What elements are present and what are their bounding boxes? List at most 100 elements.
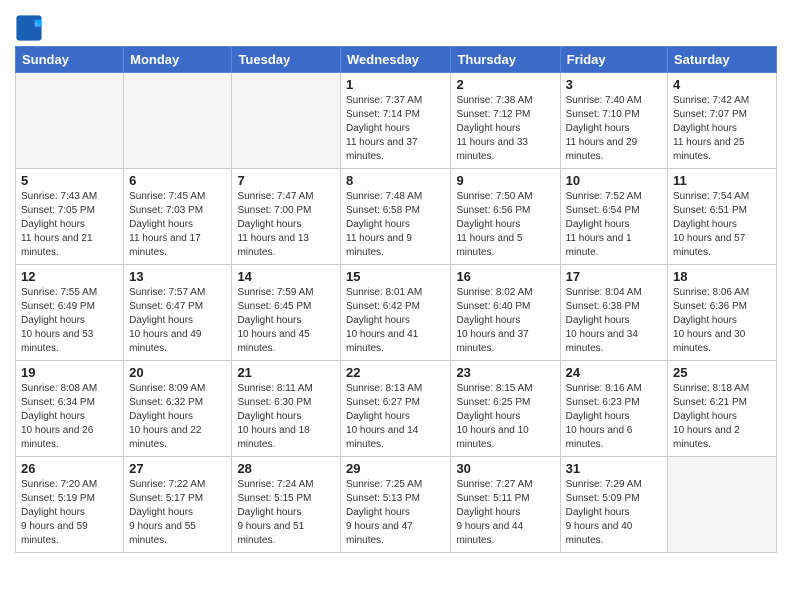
calendar-cell: [124, 73, 232, 169]
calendar-table: SundayMondayTuesdayWednesdayThursdayFrid…: [15, 46, 777, 553]
calendar-cell: 27 Sunrise: 7:22 AM Sunset: 5:17 PM Dayl…: [124, 457, 232, 553]
day-number: 31: [566, 461, 662, 476]
calendar-cell: 24 Sunrise: 8:16 AM Sunset: 6:23 PM Dayl…: [560, 361, 667, 457]
day-info: Sunrise: 8:04 AM Sunset: 6:38 PM Dayligh…: [566, 286, 662, 356]
day-info: Sunrise: 7:22 AM Sunset: 5:17 PM Dayligh…: [129, 478, 226, 548]
day-info: Sunrise: 8:09 AM Sunset: 6:32 PM Dayligh…: [129, 382, 226, 452]
calendar-cell: 15 Sunrise: 8:01 AM Sunset: 6:42 PM Dayl…: [341, 265, 451, 361]
calendar-cell: [668, 457, 777, 553]
calendar-cell: 16 Sunrise: 8:02 AM Sunset: 6:40 PM Dayl…: [451, 265, 560, 361]
day-number: 16: [456, 269, 554, 284]
calendar-cell: 28 Sunrise: 7:24 AM Sunset: 5:15 PM Dayl…: [232, 457, 341, 553]
day-number: 13: [129, 269, 226, 284]
day-header-tuesday: Tuesday: [232, 47, 341, 73]
header: [15, 10, 777, 42]
day-info: Sunrise: 8:06 AM Sunset: 6:36 PM Dayligh…: [673, 286, 771, 356]
calendar-cell: 21 Sunrise: 8:11 AM Sunset: 6:30 PM Dayl…: [232, 361, 341, 457]
day-info: Sunrise: 7:38 AM Sunset: 7:12 PM Dayligh…: [456, 94, 554, 164]
day-number: 7: [237, 173, 335, 188]
calendar-cell: 11 Sunrise: 7:54 AM Sunset: 6:51 PM Dayl…: [668, 169, 777, 265]
calendar-cell: 18 Sunrise: 8:06 AM Sunset: 6:36 PM Dayl…: [668, 265, 777, 361]
calendar-cell: 13 Sunrise: 7:57 AM Sunset: 6:47 PM Dayl…: [124, 265, 232, 361]
day-header-thursday: Thursday: [451, 47, 560, 73]
day-info: Sunrise: 8:16 AM Sunset: 6:23 PM Dayligh…: [566, 382, 662, 452]
calendar-cell: 29 Sunrise: 7:25 AM Sunset: 5:13 PM Dayl…: [341, 457, 451, 553]
day-info: Sunrise: 7:37 AM Sunset: 7:14 PM Dayligh…: [346, 94, 445, 164]
calendar-cell: 3 Sunrise: 7:40 AM Sunset: 7:10 PM Dayli…: [560, 73, 667, 169]
day-number: 29: [346, 461, 445, 476]
day-info: Sunrise: 8:13 AM Sunset: 6:27 PM Dayligh…: [346, 382, 445, 452]
calendar-cell: 23 Sunrise: 8:15 AM Sunset: 6:25 PM Dayl…: [451, 361, 560, 457]
calendar-cell: 30 Sunrise: 7:27 AM Sunset: 5:11 PM Dayl…: [451, 457, 560, 553]
calendar-week-1: 1 Sunrise: 7:37 AM Sunset: 7:14 PM Dayli…: [16, 73, 777, 169]
day-number: 15: [346, 269, 445, 284]
day-number: 3: [566, 77, 662, 92]
calendar-week-4: 19 Sunrise: 8:08 AM Sunset: 6:34 PM Dayl…: [16, 361, 777, 457]
day-number: 1: [346, 77, 445, 92]
calendar-cell: 17 Sunrise: 8:04 AM Sunset: 6:38 PM Dayl…: [560, 265, 667, 361]
day-number: 23: [456, 365, 554, 380]
day-info: Sunrise: 7:48 AM Sunset: 6:58 PM Dayligh…: [346, 190, 445, 260]
day-number: 28: [237, 461, 335, 476]
day-info: Sunrise: 7:43 AM Sunset: 7:05 PM Dayligh…: [21, 190, 118, 260]
day-info: Sunrise: 7:25 AM Sunset: 5:13 PM Dayligh…: [346, 478, 445, 548]
calendar-header-row: SundayMondayTuesdayWednesdayThursdayFrid…: [16, 47, 777, 73]
logo-icon: [15, 14, 43, 42]
day-number: 6: [129, 173, 226, 188]
calendar-cell: 22 Sunrise: 8:13 AM Sunset: 6:27 PM Dayl…: [341, 361, 451, 457]
day-info: Sunrise: 7:24 AM Sunset: 5:15 PM Dayligh…: [237, 478, 335, 548]
calendar-cell: 4 Sunrise: 7:42 AM Sunset: 7:07 PM Dayli…: [668, 73, 777, 169]
day-number: 8: [346, 173, 445, 188]
calendar-cell: 2 Sunrise: 7:38 AM Sunset: 7:12 PM Dayli…: [451, 73, 560, 169]
day-info: Sunrise: 7:59 AM Sunset: 6:45 PM Dayligh…: [237, 286, 335, 356]
calendar-container: SundayMondayTuesdayWednesdayThursdayFrid…: [0, 0, 792, 563]
day-info: Sunrise: 7:50 AM Sunset: 6:56 PM Dayligh…: [456, 190, 554, 260]
day-info: Sunrise: 7:47 AM Sunset: 7:00 PM Dayligh…: [237, 190, 335, 260]
calendar-week-5: 26 Sunrise: 7:20 AM Sunset: 5:19 PM Dayl…: [16, 457, 777, 553]
day-number: 27: [129, 461, 226, 476]
day-number: 4: [673, 77, 771, 92]
calendar-cell: 6 Sunrise: 7:45 AM Sunset: 7:03 PM Dayli…: [124, 169, 232, 265]
day-header-sunday: Sunday: [16, 47, 124, 73]
calendar-cell: 19 Sunrise: 8:08 AM Sunset: 6:34 PM Dayl…: [16, 361, 124, 457]
calendar-cell: 7 Sunrise: 7:47 AM Sunset: 7:00 PM Dayli…: [232, 169, 341, 265]
calendar-week-3: 12 Sunrise: 7:55 AM Sunset: 6:49 PM Dayl…: [16, 265, 777, 361]
calendar-cell: 31 Sunrise: 7:29 AM Sunset: 5:09 PM Dayl…: [560, 457, 667, 553]
calendar-cell: 9 Sunrise: 7:50 AM Sunset: 6:56 PM Dayli…: [451, 169, 560, 265]
day-info: Sunrise: 7:52 AM Sunset: 6:54 PM Dayligh…: [566, 190, 662, 260]
calendar-cell: [16, 73, 124, 169]
day-header-friday: Friday: [560, 47, 667, 73]
day-number: 24: [566, 365, 662, 380]
day-info: Sunrise: 7:55 AM Sunset: 6:49 PM Dayligh…: [21, 286, 118, 356]
calendar-cell: 8 Sunrise: 7:48 AM Sunset: 6:58 PM Dayli…: [341, 169, 451, 265]
day-number: 5: [21, 173, 118, 188]
calendar-cell: 14 Sunrise: 7:59 AM Sunset: 6:45 PM Dayl…: [232, 265, 341, 361]
day-number: 26: [21, 461, 118, 476]
day-number: 10: [566, 173, 662, 188]
calendar-cell: 1 Sunrise: 7:37 AM Sunset: 7:14 PM Dayli…: [341, 73, 451, 169]
calendar-cell: 25 Sunrise: 8:18 AM Sunset: 6:21 PM Dayl…: [668, 361, 777, 457]
day-number: 11: [673, 173, 771, 188]
day-number: 18: [673, 269, 771, 284]
logo: [15, 14, 47, 42]
calendar-cell: 12 Sunrise: 7:55 AM Sunset: 6:49 PM Dayl…: [16, 265, 124, 361]
day-header-monday: Monday: [124, 47, 232, 73]
day-number: 30: [456, 461, 554, 476]
day-number: 19: [21, 365, 118, 380]
day-info: Sunrise: 8:01 AM Sunset: 6:42 PM Dayligh…: [346, 286, 445, 356]
day-info: Sunrise: 7:45 AM Sunset: 7:03 PM Dayligh…: [129, 190, 226, 260]
day-number: 14: [237, 269, 335, 284]
day-number: 9: [456, 173, 554, 188]
day-header-wednesday: Wednesday: [341, 47, 451, 73]
day-info: Sunrise: 8:15 AM Sunset: 6:25 PM Dayligh…: [456, 382, 554, 452]
day-number: 12: [21, 269, 118, 284]
day-info: Sunrise: 7:42 AM Sunset: 7:07 PM Dayligh…: [673, 94, 771, 164]
day-info: Sunrise: 8:02 AM Sunset: 6:40 PM Dayligh…: [456, 286, 554, 356]
calendar-cell: 10 Sunrise: 7:52 AM Sunset: 6:54 PM Dayl…: [560, 169, 667, 265]
day-info: Sunrise: 7:29 AM Sunset: 5:09 PM Dayligh…: [566, 478, 662, 548]
day-info: Sunrise: 7:20 AM Sunset: 5:19 PM Dayligh…: [21, 478, 118, 548]
calendar-week-2: 5 Sunrise: 7:43 AM Sunset: 7:05 PM Dayli…: [16, 169, 777, 265]
day-number: 2: [456, 77, 554, 92]
calendar-cell: [232, 73, 341, 169]
day-info: Sunrise: 7:57 AM Sunset: 6:47 PM Dayligh…: [129, 286, 226, 356]
